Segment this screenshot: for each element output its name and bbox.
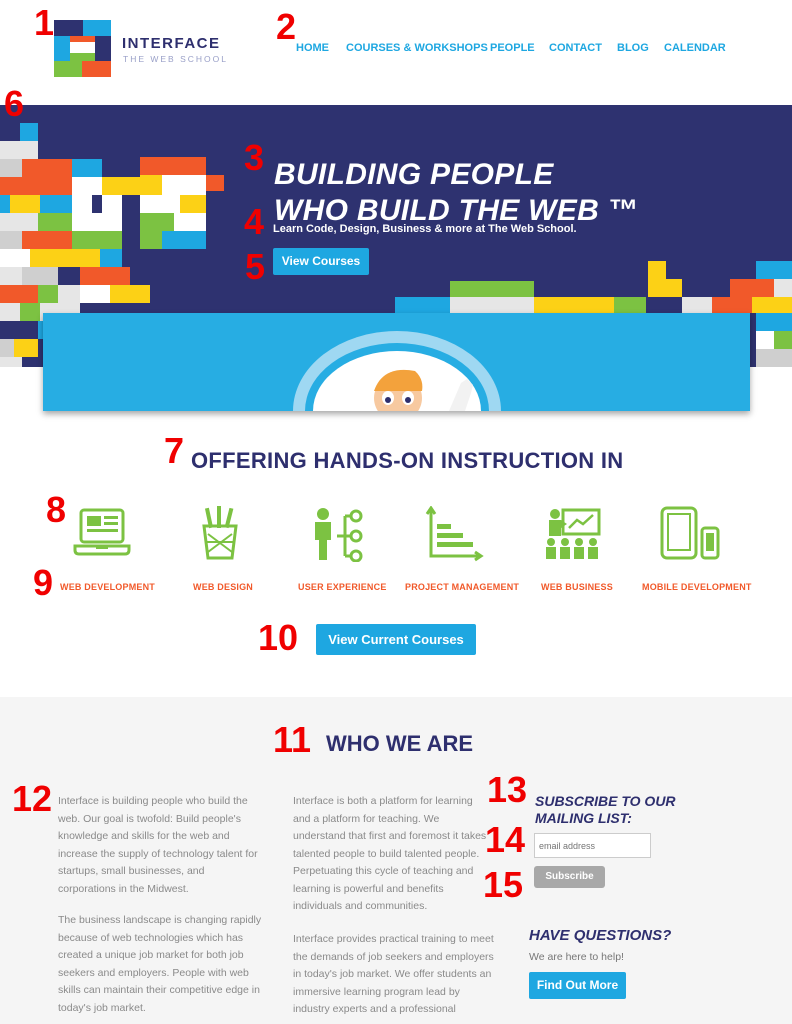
annotation-9: 9 bbox=[33, 562, 54, 603]
view-current-courses-button[interactable]: View Current Courses bbox=[316, 624, 476, 655]
nav-calendar[interactable]: CALENDAR bbox=[664, 42, 726, 54]
offering-title: OFFERING HANDS-ON INSTRUCTION IN bbox=[191, 448, 624, 473]
subscribe-title: SUBSCRIBE TO OUR MAILING LIST: bbox=[535, 793, 676, 826]
mascot-peeking-graphic bbox=[293, 331, 501, 411]
have-questions-subtitle: We are here to help! bbox=[529, 951, 624, 963]
about-col1-para1: Interface is building people who build t… bbox=[58, 795, 258, 895]
annotation-15: 15 bbox=[483, 864, 524, 905]
annotation-6: 6 bbox=[4, 83, 25, 124]
annotation-13: 13 bbox=[487, 769, 528, 810]
who-we-are-title: WHO WE ARE bbox=[326, 731, 474, 756]
nav-contact[interactable]: CONTACT bbox=[549, 42, 602, 54]
annotation-8: 8 bbox=[46, 489, 67, 530]
main-nav: HOME COURSES & WORKSHOPS PEOPLE CONTACT … bbox=[0, 42, 792, 58]
laptop-icon[interactable] bbox=[72, 506, 132, 562]
hero-title-line1: BUILDING PEOPLE bbox=[274, 158, 554, 191]
course-label-web-business[interactable]: WEB BUSINESS bbox=[541, 582, 613, 592]
about-col2-para2: Interface provides practical training to… bbox=[293, 933, 494, 1015]
course-label-project-management[interactable]: PROJECT MANAGEMENT bbox=[405, 582, 519, 592]
pencil-cup-icon[interactable] bbox=[190, 506, 250, 562]
course-label-web-development[interactable]: WEB DEVELOPMENT bbox=[60, 582, 155, 592]
annotation-7: 7 bbox=[164, 430, 185, 471]
annotation-12: 12 bbox=[12, 778, 53, 819]
email-field[interactable] bbox=[534, 833, 651, 858]
annotation-10: 10 bbox=[258, 617, 299, 658]
annotation-1: 1 bbox=[34, 2, 55, 43]
subscribe-button[interactable]: Subscribe bbox=[534, 866, 605, 888]
about-col1-para2: The business landscape is changing rapid… bbox=[58, 914, 262, 1014]
site-header: INTERFACE THE WEB SCHOOL HOME COURSES & … bbox=[0, 0, 792, 105]
course-label-web-design[interactable]: WEB DESIGN bbox=[193, 582, 253, 592]
annotation-11: 11 bbox=[273, 719, 312, 760]
have-questions-title: HAVE QUESTIONS? bbox=[529, 927, 672, 944]
mobile-devices-icon[interactable] bbox=[660, 506, 720, 562]
annotation-5: 5 bbox=[245, 246, 266, 287]
annotation-4: 4 bbox=[244, 201, 265, 242]
presentation-icon[interactable] bbox=[543, 506, 603, 562]
find-out-more-button[interactable]: Find Out More bbox=[529, 972, 626, 999]
nav-people[interactable]: PEOPLE bbox=[490, 42, 535, 54]
hero-subtitle: Learn Code, Design, Business & more at T… bbox=[273, 223, 577, 235]
gantt-chart-icon[interactable] bbox=[425, 506, 485, 562]
view-courses-button[interactable]: View Courses bbox=[273, 248, 369, 275]
mascot-banner bbox=[43, 313, 750, 411]
course-label-user-experience[interactable]: USER EXPERIENCE bbox=[298, 582, 387, 592]
user-flow-icon[interactable] bbox=[307, 506, 367, 562]
annotation-2: 2 bbox=[276, 6, 297, 47]
about-col2-para1: Interface is both a platform for learnin… bbox=[293, 795, 487, 912]
nav-blog[interactable]: BLOG bbox=[617, 42, 649, 54]
course-label-mobile-development[interactable]: MOBILE DEVELOPMENT bbox=[642, 582, 752, 592]
annotation-14: 14 bbox=[485, 819, 526, 860]
nav-courses-workshops[interactable]: COURSES & WORKSHOPS bbox=[346, 42, 488, 54]
hero-title: BUILDING PEOPLE WHO BUILD THE WEB ™ bbox=[274, 157, 638, 229]
nav-home[interactable]: HOME bbox=[296, 42, 329, 54]
annotation-3: 3 bbox=[244, 137, 265, 178]
who-we-are-section: WHO WE ARE Interface is building people … bbox=[0, 697, 792, 1024]
